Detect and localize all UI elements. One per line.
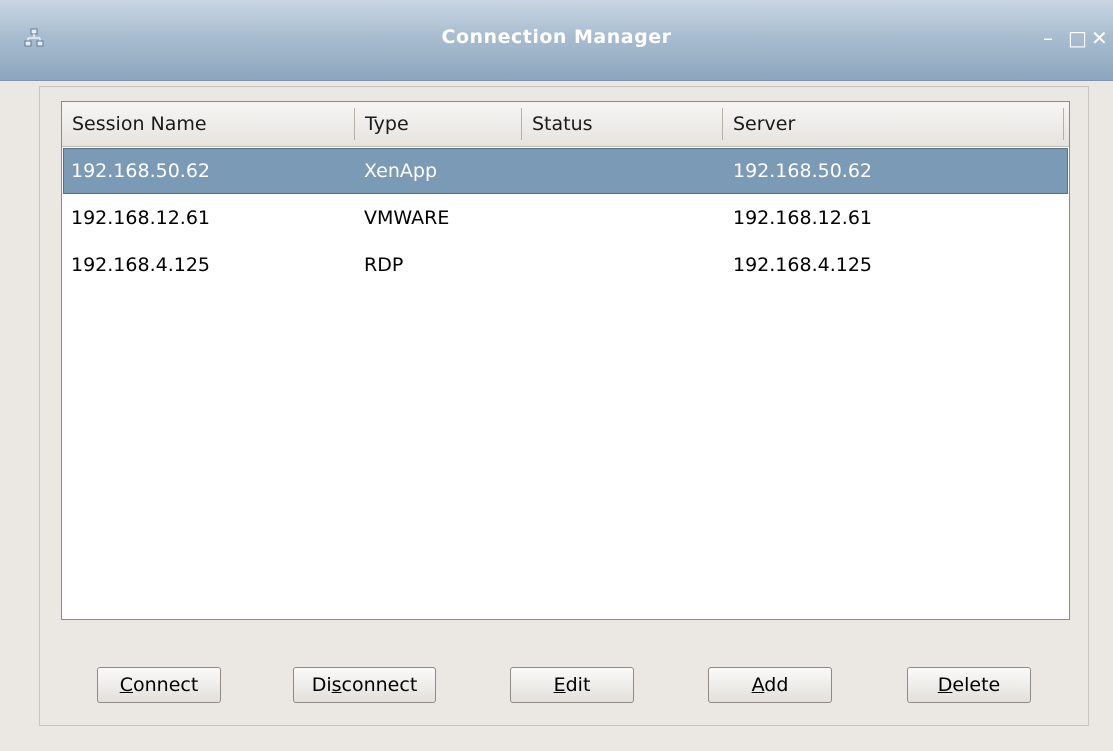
column-separator[interactable] xyxy=(1063,108,1064,140)
cell-server: 192.168.12.61 xyxy=(733,207,873,229)
column-header-status[interactable]: Status xyxy=(522,102,722,146)
minimize-icon[interactable]: – xyxy=(1043,24,1053,52)
connection-manager-window: Connection Manager – □ ✕ Session Name Ty… xyxy=(0,0,1113,751)
connect-label: onnect xyxy=(132,674,199,696)
add-mnemonic: A xyxy=(751,674,765,696)
add-button[interactable]: Add xyxy=(708,667,832,703)
title-bar[interactable]: Connection Manager – □ ✕ xyxy=(0,0,1113,81)
disconnect-label: connect xyxy=(341,674,418,696)
cell-session-name: 192.168.12.61 xyxy=(71,207,211,229)
edit-label: dit xyxy=(565,674,591,696)
list-header: Session Name Type Status Server xyxy=(62,102,1069,147)
session-list[interactable]: Session Name Type Status Server 192.168.… xyxy=(61,101,1070,620)
disconnect-mnemonic: s xyxy=(331,674,342,696)
column-header-server[interactable]: Server xyxy=(723,102,1063,146)
table-row[interactable]: 192.168.4.125 RDP 192.168.4.125 xyxy=(63,242,1068,288)
column-header-session-name[interactable]: Session Name xyxy=(62,102,354,146)
add-label: dd xyxy=(764,674,789,696)
table-row[interactable]: 192.168.50.62 XenApp 192.168.50.62 xyxy=(63,148,1068,194)
edit-mnemonic: E xyxy=(553,674,566,696)
delete-mnemonic: D xyxy=(937,674,953,696)
delete-label: elete xyxy=(952,674,1001,696)
window-title: Connection Manager xyxy=(441,26,672,48)
cell-type: VMWARE xyxy=(364,207,450,229)
cell-session-name: 192.168.50.62 xyxy=(71,160,211,182)
column-header-type[interactable]: Type xyxy=(355,102,521,146)
table-row[interactable]: 192.168.12.61 VMWARE 192.168.12.61 xyxy=(63,195,1068,241)
disconnect-button[interactable]: Disconnect xyxy=(293,667,436,703)
maximize-icon[interactable]: □ xyxy=(1068,24,1087,52)
close-icon[interactable]: ✕ xyxy=(1091,24,1108,52)
cell-server: 192.168.50.62 xyxy=(733,160,873,182)
disconnect-label-pre: Di xyxy=(311,674,332,696)
connect-mnemonic: C xyxy=(119,674,133,696)
cell-session-name: 192.168.4.125 xyxy=(71,254,211,276)
cell-server: 192.168.4.125 xyxy=(733,254,873,276)
edit-button[interactable]: Edit xyxy=(510,667,634,703)
connect-button[interactable]: Connect xyxy=(97,667,221,703)
cell-type: XenApp xyxy=(364,160,438,182)
cell-type: RDP xyxy=(364,254,404,276)
delete-button[interactable]: Delete xyxy=(907,667,1031,703)
